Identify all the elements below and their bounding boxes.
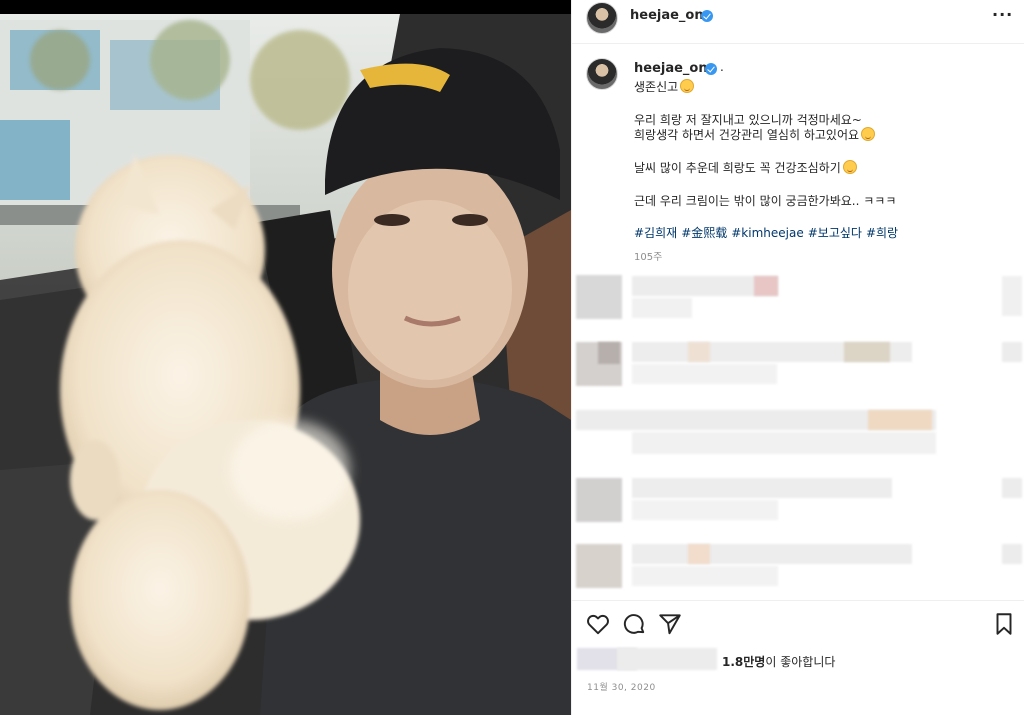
smile-emoji-icon bbox=[680, 79, 695, 93]
caption-verified-icon bbox=[705, 63, 717, 75]
author-avatar[interactable] bbox=[586, 2, 618, 34]
hashtag[interactable]: #kimheejae bbox=[731, 226, 803, 240]
verified-icon bbox=[701, 10, 713, 22]
post-header: heejae_one ··· bbox=[572, 0, 1024, 34]
heart-icon[interactable] bbox=[585, 611, 611, 637]
caption-line-5: 근데 우리 크림이는 밖이 많이 궁금한가봐요.. ㅋㅋㅋ bbox=[634, 194, 897, 208]
caption-avatar[interactable] bbox=[586, 58, 618, 90]
hashtag[interactable]: #보고싶다 bbox=[808, 226, 862, 240]
actions-divider bbox=[572, 600, 1024, 601]
caption-age: 105주 bbox=[634, 252, 663, 263]
caption-dot: . bbox=[720, 60, 724, 74]
likes-count[interactable]: 1.8만명이 좋아합니다 bbox=[722, 653, 835, 670]
hashtag-list: #김희재 #金熙载 #kimheejae #보고싶다 #희랑 bbox=[634, 224, 902, 241]
caption-line-3: 희랑생각 하면서 건강관리 열심히 하고있어요 bbox=[634, 126, 876, 143]
hashtag[interactable]: #김희재 bbox=[634, 226, 677, 240]
header-divider bbox=[572, 43, 1024, 44]
caption-line-4: 날씨 많이 추운데 희랑도 꼭 건강조심하기 bbox=[634, 159, 857, 176]
hashtag[interactable]: #金熙载 bbox=[681, 226, 727, 240]
post-date: 11월 30, 2020 bbox=[587, 683, 656, 693]
post-photo[interactable] bbox=[0, 0, 571, 715]
caption-line-1: 생존신고 bbox=[634, 78, 695, 95]
action-bar bbox=[572, 611, 1024, 639]
photo-top-bar bbox=[0, 0, 571, 14]
more-options-icon[interactable]: ··· bbox=[992, 5, 1013, 24]
post-panel: heejae_one ··· heejae_one . 생존신고 우리 희랑 저… bbox=[571, 0, 1024, 715]
comment-icon[interactable] bbox=[621, 611, 647, 637]
bookmark-icon[interactable] bbox=[991, 611, 1017, 637]
post-image bbox=[0, 0, 571, 715]
smile-emoji-icon bbox=[861, 127, 876, 141]
wink-emoji-icon bbox=[842, 160, 857, 174]
liked-by-avatars bbox=[577, 648, 717, 670]
hashtag[interactable]: #희랑 bbox=[866, 226, 898, 240]
send-icon[interactable] bbox=[657, 611, 683, 637]
